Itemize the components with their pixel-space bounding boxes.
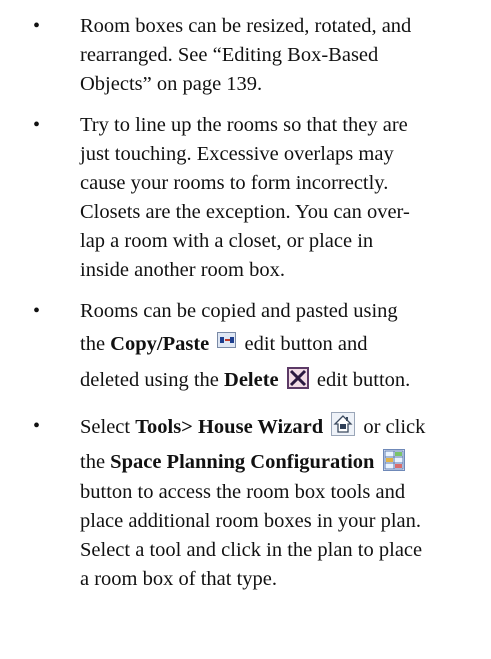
text-fragment: the: [80, 451, 111, 473]
text-line: inside another room box.: [80, 259, 285, 281]
text-line: a room box of that type.: [80, 568, 277, 590]
text-line: Closets are the exception. You can over-: [80, 201, 410, 223]
text-line: place additional room boxes in your plan…: [80, 510, 422, 532]
text-line: Objects” on page 139.: [80, 73, 263, 95]
document-page: • Room boxes can be resized, rotated, an…: [0, 0, 491, 659]
text-line: the Copy/Paste edit button and: [80, 330, 367, 358]
text-fragment: or click: [358, 416, 426, 438]
bullet-marker: •: [33, 415, 41, 437]
text-fragment: edit button and: [239, 333, 368, 355]
text-line: cause your rooms to form incorrectly.: [80, 172, 389, 194]
text-line: Try to line up the rooms so that they ar…: [80, 114, 408, 136]
text-line: rearranged. See “Editing Box-Based: [80, 44, 379, 66]
bullet-marker: •: [33, 15, 41, 37]
copy-paste-label: Copy/Paste: [110, 333, 210, 355]
text-fragment: the: [80, 333, 111, 355]
text-fragment: edit button.: [311, 369, 411, 391]
text-line: just touching. Excessive overlaps may: [80, 143, 394, 165]
delete-icon: [286, 367, 309, 389]
text-line: Room boxes can be resized, rotated, and: [80, 15, 412, 37]
text-line: Select Tools> House Wizard or click: [80, 412, 425, 441]
house-wizard-icon: [331, 412, 356, 436]
text-line: the Space Planning Configuration: [80, 448, 408, 476]
bullet-marker: •: [33, 300, 41, 322]
text-line: deleted using the Delete edit button.: [80, 366, 410, 394]
text-line: Select a tool and click in the plan to p…: [80, 539, 423, 561]
text-line: lap a room with a closet, or place in: [80, 230, 374, 252]
text-fragment: deleted using the: [80, 369, 225, 391]
space-planning-label: Space Planning Configuration: [110, 451, 375, 473]
text-line: button to access the room box tools and: [80, 481, 406, 503]
space-planning-icon: [382, 449, 405, 471]
copy-paste-icon: [217, 332, 237, 348]
delete-label: Delete: [224, 369, 279, 391]
bullet-marker: •: [33, 114, 41, 136]
tools-house-wizard-label: Tools> House Wizard: [135, 416, 324, 438]
text-fragment: Select: [80, 416, 136, 438]
text-line: Rooms can be copied and pasted using: [80, 300, 398, 322]
